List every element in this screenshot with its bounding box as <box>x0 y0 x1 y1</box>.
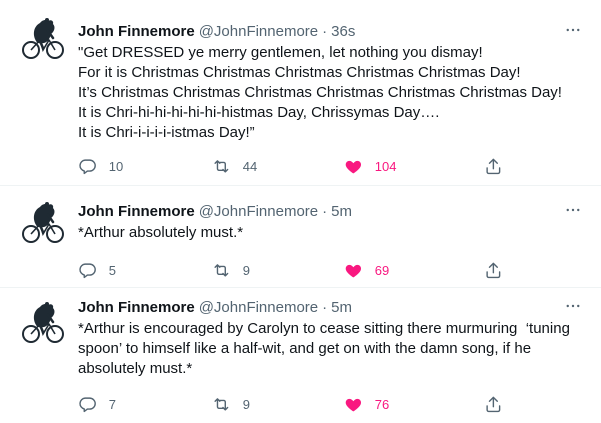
more-dots-icon[interactable] <box>561 198 585 222</box>
author-handle[interactable]: @JohnFinnemore <box>199 298 318 318</box>
like-button[interactable]: 69 <box>344 260 389 280</box>
retweet-count: 9 <box>242 262 250 278</box>
reply-icon <box>79 397 96 412</box>
tweet[interactable]: John Finnemore @JohnFinnemore · 5m *Arth… <box>0 288 601 423</box>
author-name[interactable]: John Finnemore <box>78 22 195 42</box>
separator: · <box>322 203 328 220</box>
separator: · <box>322 299 328 316</box>
retweet-icon <box>214 263 229 277</box>
like-button[interactable]: 76 <box>344 394 389 414</box>
retweet-button[interactable]: 44 <box>212 156 257 176</box>
share-button[interactable] <box>484 156 503 176</box>
tweet-text: *Arthur absolutely must.* <box>78 224 244 241</box>
reply-button[interactable]: 10 <box>78 156 123 176</box>
separator: · <box>322 23 328 40</box>
heart-icon <box>345 398 362 412</box>
more-dots-icon[interactable] <box>561 294 585 318</box>
reply-count: 10 <box>108 158 124 174</box>
tweet-actions: 10 44 104 <box>78 156 585 176</box>
share-icon <box>486 158 501 174</box>
like-count: 76 <box>374 396 390 412</box>
tweet-text: *Arthur is encouraged by Carolyn to ceas… <box>78 320 575 377</box>
reply-count: 5 <box>108 262 116 278</box>
tweet-header: John Finnemore @JohnFinnemore · 5m <box>78 202 585 222</box>
retweet-button[interactable]: 9 <box>212 260 250 280</box>
bear-on-bicycle-avatar[interactable] <box>18 298 66 346</box>
tweet-text: "Get DRESSED ye merry gentlemen, let not… <box>78 44 562 141</box>
bear-on-bicycle-avatar[interactable] <box>18 14 66 62</box>
author-name[interactable]: John Finnemore <box>78 202 195 222</box>
author-handle[interactable]: @JohnFinnemore <box>199 22 318 42</box>
reply-button[interactable]: 7 <box>78 394 116 414</box>
reply-button[interactable]: 5 <box>78 260 116 280</box>
tweet-actions: 5 9 69 <box>78 260 585 280</box>
reply-icon <box>79 159 96 174</box>
heart-icon <box>345 264 362 278</box>
share-button[interactable] <box>484 394 503 414</box>
tweet[interactable]: John Finnemore @JohnFinnemore · 36s "Get… <box>0 0 601 186</box>
bear-on-bicycle-avatar[interactable] <box>18 198 66 246</box>
heart-icon <box>345 160 362 174</box>
retweet-count: 44 <box>242 158 258 174</box>
retweet-count: 9 <box>242 396 250 412</box>
tweet-header: John Finnemore @JohnFinnemore · 36s <box>78 22 585 42</box>
like-button[interactable]: 104 <box>344 156 396 176</box>
share-button[interactable] <box>484 260 503 280</box>
retweet-icon <box>214 397 229 411</box>
reply-icon <box>79 263 96 278</box>
reply-count: 7 <box>108 396 116 412</box>
tweet[interactable]: John Finnemore @JohnFinnemore · 5m *Arth… <box>0 186 601 288</box>
more-dots-icon[interactable] <box>561 18 585 42</box>
timestamp[interactable]: 36s <box>331 22 355 42</box>
share-icon <box>486 396 501 412</box>
retweet-button[interactable]: 9 <box>212 394 250 414</box>
like-count: 69 <box>374 262 390 278</box>
timestamp[interactable]: 5m <box>331 202 352 222</box>
tweet-actions: 7 9 76 <box>78 394 585 414</box>
share-icon <box>486 262 501 278</box>
tweet-header: John Finnemore @JohnFinnemore · 5m <box>78 298 585 318</box>
author-name[interactable]: John Finnemore <box>78 298 195 318</box>
timestamp[interactable]: 5m <box>331 298 352 318</box>
author-handle[interactable]: @JohnFinnemore <box>199 202 318 222</box>
like-count: 104 <box>374 158 397 174</box>
retweet-icon <box>214 159 229 173</box>
